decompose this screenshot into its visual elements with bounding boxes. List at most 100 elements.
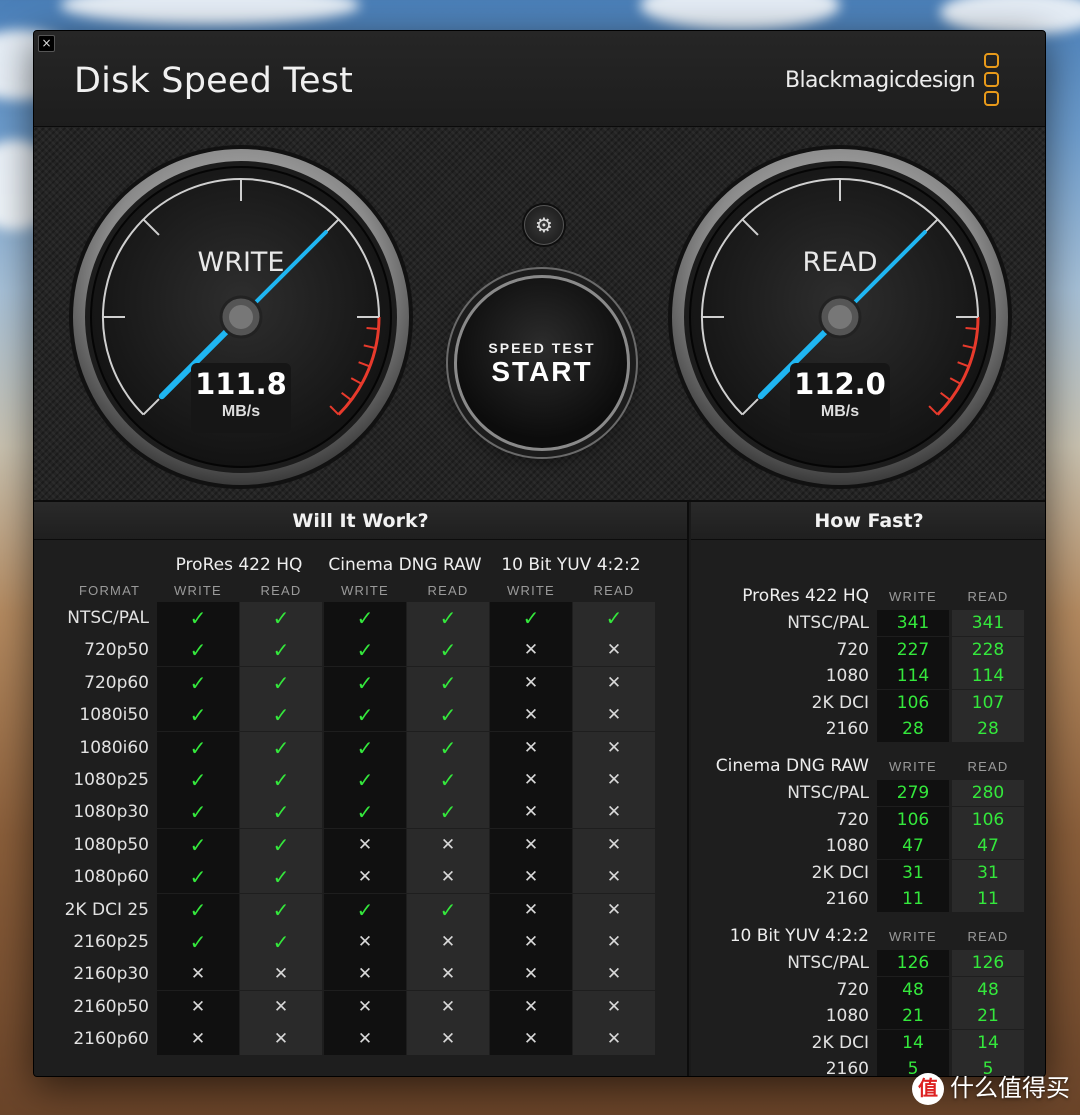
- how-fast-write-value: 114: [877, 663, 949, 690]
- how-fast-read-header: READ: [967, 589, 1009, 604]
- how-fast-write-value: 227: [877, 636, 949, 663]
- check-icon: ✓: [157, 634, 239, 667]
- write-speed-value: 111.8: [195, 367, 287, 401]
- table-row: 720p50 ✓ ✓ ✓ ✓ ✕ ✕: [34, 634, 689, 667]
- format-label: 2K DCI 25: [64, 899, 149, 920]
- gear-icon[interactable]: ⚙: [524, 205, 564, 245]
- background-cloud: [640, 0, 840, 30]
- cross-icon: ✕: [240, 990, 322, 1023]
- cross-icon: ✕: [240, 958, 322, 991]
- check-icon: ✓: [240, 764, 322, 796]
- cross-icon: ✕: [573, 764, 655, 796]
- how-fast-format-label: 2K DCI: [811, 692, 869, 713]
- check-icon: ✓: [407, 634, 489, 667]
- cross-icon: ✕: [490, 861, 572, 894]
- format-label: 1080p25: [73, 770, 149, 790]
- gauge-hub-cap: [229, 305, 253, 329]
- how-fast-format-label: NTSC/PAL: [787, 613, 869, 633]
- sub-header-read: READ: [260, 583, 302, 598]
- brand-name: Blackmagicdesign: [785, 68, 976, 93]
- cross-icon: ✕: [573, 666, 655, 699]
- cross-icon: ✕: [490, 1023, 572, 1056]
- format-label: 1080p50: [73, 834, 149, 855]
- cross-icon: ✕: [324, 1023, 406, 1056]
- how-fast-row: 2K DCI 31 31: [691, 859, 1045, 886]
- how-fast-codec-header: 10 Bit YUV 4:2:2: [729, 926, 869, 946]
- how-fast-format-label: 1080: [825, 836, 869, 857]
- app-window: Disk Speed Test Blackmagicdesign × WRITE…: [33, 30, 1046, 1077]
- how-fast-format-label: 2160: [825, 1059, 869, 1077]
- how-fast-row: 2160 28 28: [691, 716, 1045, 743]
- start-button-label: START: [491, 356, 593, 387]
- how-fast-format-label: 2K DCI: [811, 862, 869, 883]
- write-gauge-dial: [69, 145, 413, 489]
- check-icon: ✓: [407, 796, 489, 829]
- check-icon: ✓: [240, 634, 322, 667]
- how-fast-write-value: 21: [877, 1003, 949, 1030]
- check-icon: ✓: [324, 764, 406, 796]
- close-icon[interactable]: ×: [38, 35, 55, 52]
- how-fast-format-label: NTSC/PAL: [787, 953, 869, 973]
- how-fast-write-value: 47: [877, 833, 949, 860]
- how-fast-read-value: 47: [952, 833, 1024, 860]
- gauge-hub-cap: [828, 305, 852, 329]
- cross-icon: ✕: [490, 926, 572, 958]
- table-row: 1080i60 ✓ ✓ ✓ ✓ ✕ ✕: [34, 731, 689, 764]
- how-fast-read-value: 28: [952, 716, 1024, 743]
- check-icon: ✓: [407, 699, 489, 732]
- how-fast-write-header: WRITE: [889, 589, 937, 604]
- cross-icon: ✕: [490, 699, 572, 732]
- format-label: 720p50: [84, 640, 149, 661]
- how-fast-write-value: 106: [877, 689, 949, 716]
- cross-icon: ✕: [490, 893, 572, 926]
- how-fast-read-value: 126: [952, 950, 1024, 976]
- cross-icon: ✕: [573, 731, 655, 764]
- read-gauge-dial: [668, 145, 1012, 489]
- format-column-header: FORMAT: [79, 583, 141, 598]
- write-readout: 111.8 MB/s: [191, 363, 291, 433]
- format-label: 1080i50: [79, 705, 149, 726]
- check-icon: ✓: [157, 731, 239, 764]
- read-speed-unit: MB/s: [820, 403, 860, 420]
- how-fast-row: 1080 47 47: [691, 833, 1045, 860]
- sub-header-write: WRITE: [174, 583, 222, 598]
- how-fast-codec-header: ProRes 422 HQ: [742, 586, 869, 606]
- will-it-work-panel: Will It Work? FORMAT ProRes 422 HQ WRITE RE…: [34, 502, 689, 1076]
- check-icon: ✓: [324, 634, 406, 667]
- check-icon: ✓: [240, 861, 322, 894]
- how-fast-format-label: 2160: [825, 719, 869, 740]
- how-fast-format-label: 720: [836, 809, 869, 830]
- how-fast-row: 720 106 106: [691, 806, 1045, 833]
- codec-header: ProRes 422 HQ: [175, 555, 303, 575]
- format-label: 1080i60: [79, 737, 149, 758]
- how-fast-read-value: 21: [952, 1003, 1024, 1030]
- check-icon: ✓: [157, 828, 239, 861]
- cross-icon: ✕: [573, 796, 655, 829]
- table-row: 720p60 ✓ ✓ ✓ ✓ ✕ ✕: [34, 666, 689, 699]
- cross-icon: ✕: [324, 990, 406, 1023]
- how-fast-panel: How Fast? ProRes 422 HQ WRITE READ NTSC/PAL…: [691, 502, 1045, 1077]
- table-row: 1080p30 ✓ ✓ ✓ ✓ ✕ ✕: [34, 796, 689, 829]
- format-label: 2160p60: [73, 1029, 149, 1050]
- how-fast-read-value: 114: [952, 663, 1024, 690]
- write-speed-unit: MB/s: [221, 403, 261, 420]
- cross-icon: ✕: [573, 958, 655, 991]
- start-button[interactable]: SPEED TEST START: [454, 275, 630, 451]
- how-fast-format-label: NTSC/PAL: [787, 783, 869, 803]
- how-fast-format-label: 2K DCI: [811, 1032, 869, 1053]
- how-fast-read-value: 228: [952, 636, 1024, 663]
- how-fast-write-header: WRITE: [889, 759, 937, 774]
- title-bar: Disk Speed Test Blackmagicdesign: [34, 31, 1045, 127]
- cross-icon: ✕: [573, 926, 655, 958]
- cross-icon: ✕: [490, 634, 572, 667]
- check-icon: ✓: [240, 796, 322, 829]
- check-icon: ✓: [407, 666, 489, 699]
- cross-icon: ✕: [573, 1023, 655, 1056]
- table-row: 2160p60 ✕ ✕ ✕ ✕ ✕ ✕: [34, 1023, 689, 1056]
- check-icon: ✓: [240, 602, 322, 634]
- cross-icon: ✕: [573, 893, 655, 926]
- how-fast-write-value: 31: [877, 859, 949, 886]
- cross-icon: ✕: [324, 861, 406, 894]
- sub-header-write: WRITE: [507, 583, 555, 598]
- write-gauge: WRITE 111.8 MB/s: [67, 143, 415, 491]
